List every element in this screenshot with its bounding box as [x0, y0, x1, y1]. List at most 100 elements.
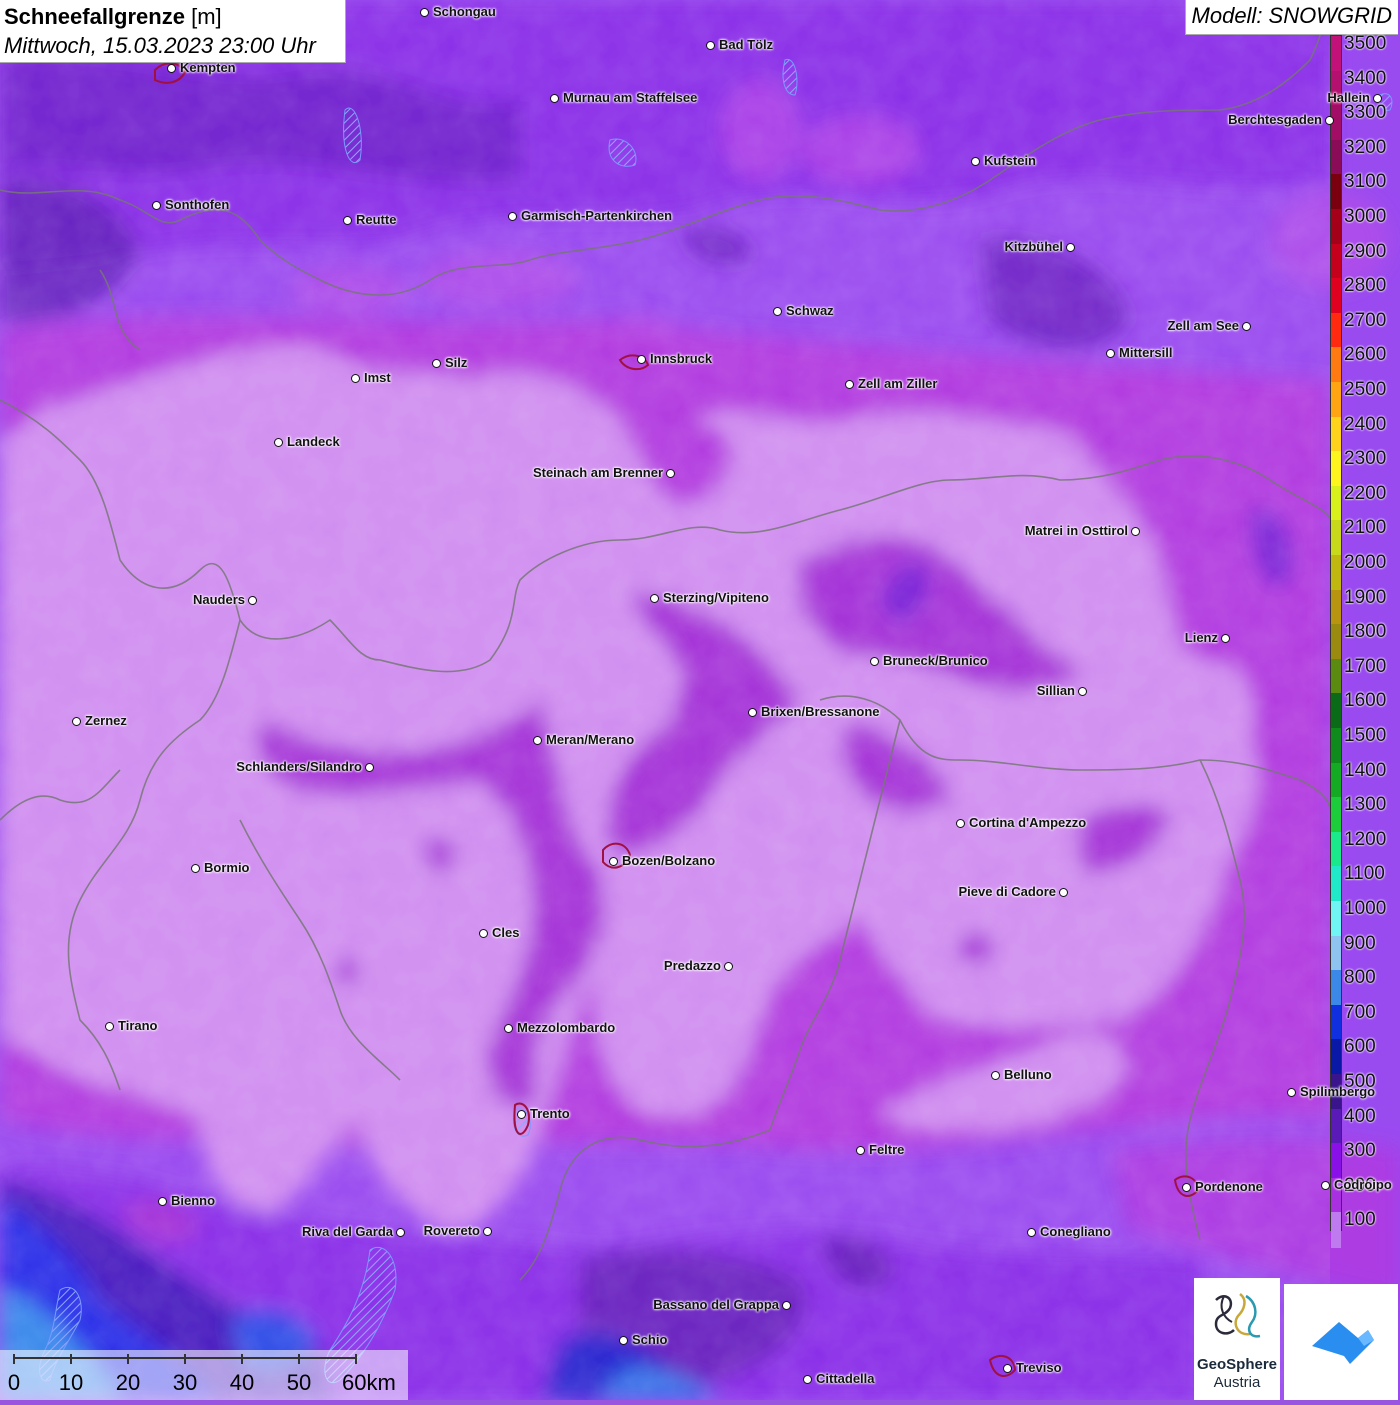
legend-swatch — [1331, 451, 1341, 487]
city-marker — [1131, 527, 1140, 536]
city-marker — [619, 1336, 628, 1345]
city-marker — [191, 864, 200, 873]
city-label: Zell am Ziller — [858, 376, 938, 391]
city-label: Pieve di Cadore — [958, 884, 1056, 899]
legend-swatch — [1331, 762, 1341, 799]
legend-label: 2300 — [1344, 448, 1387, 470]
city-label: Riva del Garda — [301, 1224, 393, 1239]
city-label: Steinach am Brenner — [532, 465, 663, 480]
city-label: Schongau — [433, 4, 496, 19]
legend-label: 1400 — [1344, 759, 1387, 781]
legend-label: 1700 — [1344, 655, 1387, 677]
city-label: Schwaz — [786, 303, 834, 318]
map-title-main: Schneefallgrenze — [4, 4, 185, 29]
scale-label: 30 — [172, 1370, 198, 1395]
city-marker — [550, 94, 559, 103]
city-marker — [706, 41, 715, 50]
city-marker — [1221, 634, 1230, 643]
legend-swatch — [1331, 728, 1341, 764]
legend-swatch — [1331, 1039, 1341, 1075]
city-label: Kufstein — [984, 153, 1036, 168]
city-label: Treviso — [1016, 1360, 1062, 1375]
legend-label: 3100 — [1344, 171, 1387, 193]
snowgrid-logo-mark — [1312, 1322, 1374, 1364]
city-label: Conegliano — [1040, 1224, 1111, 1239]
scale-label: 0 — [7, 1370, 21, 1395]
city-marker — [1287, 1088, 1296, 1097]
city-label: Spilimbergo — [1300, 1084, 1376, 1099]
city-marker — [1325, 116, 1334, 125]
city-label: Mezzolombardo — [517, 1020, 616, 1035]
legend-label: 3200 — [1344, 136, 1387, 158]
city-marker — [637, 355, 646, 364]
legend-swatch — [1331, 209, 1341, 245]
legend-label: 1900 — [1344, 586, 1387, 608]
legend-label: 1800 — [1344, 621, 1387, 643]
city-marker — [343, 216, 352, 225]
city-label: Murnau am Staffelsee — [563, 90, 698, 105]
legend-swatch — [1331, 139, 1341, 176]
legend-swatch — [1331, 347, 1341, 383]
city-label: Bassano del Grappa — [653, 1297, 779, 1312]
city-marker — [432, 359, 441, 368]
legend-swatch — [1331, 520, 1341, 556]
legend-label: 1300 — [1344, 794, 1387, 816]
legend-label: 2200 — [1344, 482, 1387, 504]
city-label: Zell am See — [1167, 318, 1239, 333]
city-marker — [504, 1024, 513, 1033]
legend-label: 2500 — [1344, 379, 1387, 400]
legend-swatch — [1331, 797, 1341, 833]
city-marker — [483, 1227, 492, 1236]
legend-swatch — [1331, 312, 1341, 349]
map-title: Schneefallgrenze [m] — [4, 2, 345, 31]
legend-label: 3500 — [1344, 33, 1387, 54]
city-marker — [274, 438, 283, 447]
city-marker — [167, 64, 176, 73]
city-marker — [1059, 888, 1068, 897]
city-label: Brixen/Bressanone — [761, 704, 880, 719]
geosphere-logo: GeoSphere Austria — [1194, 1278, 1280, 1400]
city-marker — [748, 708, 757, 717]
city-marker — [991, 1071, 1000, 1080]
city-label: Bormio — [204, 860, 250, 875]
legend-label: 700 — [1344, 1001, 1376, 1023]
city-marker — [479, 929, 488, 938]
city-marker — [956, 819, 965, 828]
legend-label: 2900 — [1344, 240, 1387, 262]
city-label: Innsbruck — [650, 351, 713, 366]
city-label: Cles — [492, 925, 520, 940]
legend-swatch — [1331, 901, 1341, 937]
legend-label: 2600 — [1344, 344, 1387, 366]
city-marker — [396, 1228, 405, 1237]
map-title-unit: [m] — [191, 4, 222, 29]
city-marker — [1078, 687, 1087, 696]
scale-label: 20 — [115, 1370, 141, 1395]
city-label: Bruneck/Brunico — [883, 653, 988, 668]
legend-swatch — [1331, 866, 1341, 902]
city-marker — [1373, 94, 1382, 103]
geosphere-logo-line2: Austria — [1213, 1374, 1261, 1391]
city-label: Tirano — [118, 1018, 158, 1033]
city-label: Silz — [445, 355, 468, 370]
legend-swatch — [1331, 278, 1341, 314]
city-marker — [1321, 1181, 1330, 1190]
legend-label: 800 — [1344, 967, 1376, 989]
city-label: Berchtesgaden — [1228, 112, 1322, 127]
legend-label: 1500 — [1344, 725, 1387, 746]
city-marker — [72, 717, 81, 726]
city-marker — [158, 1197, 167, 1206]
city-marker — [1027, 1228, 1036, 1237]
city-marker — [365, 763, 374, 772]
city-marker — [1106, 349, 1115, 358]
city-marker — [803, 1375, 812, 1384]
geosphere-logo-line1: GeoSphere — [1196, 1356, 1278, 1373]
city-marker — [351, 374, 360, 383]
legend-label: 300 — [1344, 1140, 1376, 1162]
city-label: Lienz — [1184, 630, 1218, 645]
city-label: Bozen/Bolzano — [622, 853, 716, 868]
city-marker — [1066, 243, 1075, 252]
city-marker — [971, 157, 980, 166]
city-marker — [650, 594, 659, 603]
city-marker — [517, 1110, 526, 1119]
legend-label: 600 — [1344, 1036, 1376, 1058]
